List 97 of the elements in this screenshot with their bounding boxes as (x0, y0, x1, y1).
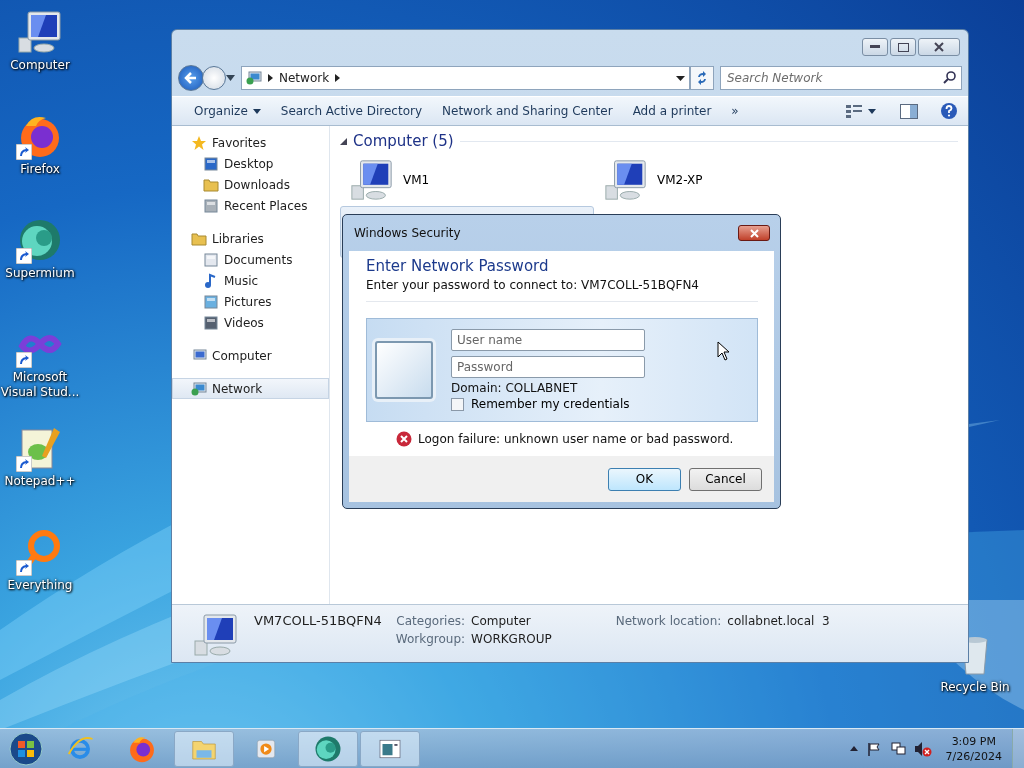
detail-value: collabnet.local 3 (727, 614, 830, 628)
nav-item[interactable]: Computer (172, 345, 329, 366)
collapse-triangle-icon[interactable] (340, 137, 347, 145)
refresh-button[interactable] (690, 66, 714, 90)
muted-speaker-icon[interactable] (913, 740, 932, 757)
desktop-icon-label[interactable]: Computer (10, 58, 70, 73)
nav-item[interactable]: Libraries (172, 228, 329, 249)
recent-icon (203, 197, 219, 214)
maximize-icon (897, 42, 909, 52)
checkbox-label[interactable]: Remember my credentials (471, 397, 630, 411)
nav-item[interactable]: Network (172, 378, 329, 399)
network-icon (246, 70, 262, 86)
minimize-button[interactable] (862, 38, 888, 56)
desktop-icon-label[interactable]: Microsoft Visual Stud... (0, 370, 80, 400)
dialog-button[interactable]: OK (608, 467, 681, 491)
pictures-icon (203, 293, 219, 310)
help-icon[interactable] (940, 102, 958, 120)
search-icon[interactable] (943, 71, 956, 84)
detail-value: Computer (471, 614, 532, 628)
dropdown-caret-icon[interactable] (676, 75, 685, 81)
videos-icon (203, 314, 219, 331)
minimize-icon (870, 45, 880, 49)
detail-value: WORKGROUP (471, 632, 552, 646)
dropdown-caret-icon[interactable] (226, 75, 235, 81)
star-icon (191, 134, 207, 151)
desktop-icon-label[interactable]: Recycle Bin (940, 680, 1010, 695)
computer-tile[interactable]: VM2-XP (594, 154, 848, 206)
mouse-cursor-icon (717, 341, 731, 361)
dropdown-caret-icon (252, 108, 261, 114)
close-icon (749, 228, 759, 238)
group-header[interactable]: Computer (5) (353, 132, 454, 150)
toolbar-button[interactable]: Network and Sharing Center (434, 100, 621, 122)
folder-icon (191, 230, 207, 247)
chevron-right-icon[interactable] (335, 74, 341, 82)
refresh-icon (695, 71, 709, 85)
close-icon (934, 42, 944, 52)
shortcut-arrow-icon (16, 248, 32, 264)
back-button[interactable] (178, 65, 204, 91)
dialog-title: Windows Security (354, 226, 461, 240)
taskbar-button[interactable] (298, 730, 358, 767)
network-icon (191, 380, 207, 397)
shortcut-arrow-icon (16, 144, 32, 160)
computer-icon (349, 157, 395, 203)
close-button[interactable] (738, 225, 770, 241)
detail-label: Categories: (395, 614, 466, 628)
flag-icon[interactable] (865, 740, 882, 757)
toolbar-button[interactable]: Search Active Directory (272, 100, 431, 122)
computer-tile[interactable]: VM1 (340, 154, 594, 206)
error-icon (396, 431, 412, 447)
detail-label: Network location: (615, 614, 722, 628)
dialog-heading: Enter Network Password (366, 257, 550, 275)
computer-icon (16, 8, 64, 56)
password-field[interactable]: Password (451, 356, 645, 378)
breadcrumb-item[interactable]: Network (279, 71, 330, 85)
user-tile (375, 341, 433, 399)
back-arrow-icon (184, 71, 198, 85)
toolbar-button[interactable]: Organize (186, 100, 269, 122)
forward-button[interactable] (202, 66, 226, 90)
address-bar[interactable]: Network (241, 66, 690, 90)
folder-icon (203, 176, 219, 193)
network-icon[interactable] (889, 740, 906, 757)
nav-item[interactable]: Recent Places (172, 195, 329, 216)
computer-name: VM7COLL-51BQFN4 (254, 612, 382, 628)
maximize-button[interactable] (890, 38, 916, 56)
toolbar-button[interactable]: » (723, 100, 747, 122)
chevron-right-icon[interactable] (268, 74, 273, 82)
close-button[interactable] (918, 38, 960, 56)
shortcut-arrow-icon (16, 456, 32, 472)
taskbar-button[interactable] (360, 730, 420, 767)
nav-item[interactable]: Desktop (172, 153, 329, 174)
desktop-icon-label[interactable]: Supermium (5, 266, 75, 281)
show-hidden-icons-icon[interactable] (849, 746, 858, 751)
view-options-icon[interactable] (846, 104, 876, 118)
preview-pane-icon[interactable] (900, 103, 918, 119)
dialog-instruction: Enter your password to connect to: VM7COLL-51BQFN4 (366, 278, 700, 292)
nav-item[interactable]: Documents (172, 249, 329, 270)
search-field[interactable]: Search Network (720, 66, 962, 90)
dialog-button[interactable]: Cancel (689, 467, 762, 491)
checkbox[interactable] (451, 397, 464, 411)
computer-icon (192, 611, 240, 659)
domain-text: Domain: COLLABNET (451, 381, 579, 395)
nav-item[interactable]: Music (172, 270, 329, 291)
desktop-icon (203, 155, 219, 172)
error-message: Logon failure: unknown user name or bad password. (418, 432, 734, 446)
nav-item[interactable]: Videos (172, 312, 329, 333)
clock[interactable]: 3:09 PM 7/26/2024 (945, 733, 1002, 764)
toolbar-button[interactable]: Add a printer (624, 100, 720, 122)
desktop-icon-label[interactable]: Firefox (20, 162, 60, 177)
nav-item[interactable]: Favorites (172, 132, 329, 153)
shortcut-arrow-icon (16, 352, 32, 368)
detail-label: Workgroup: (395, 632, 466, 646)
nav-item[interactable]: Pictures (172, 291, 329, 312)
shortcut-arrow-icon (16, 560, 32, 576)
username-field[interactable]: User name (451, 329, 645, 351)
nav-item[interactable]: Downloads (172, 174, 329, 195)
doc-icon (203, 251, 219, 268)
computer-icon (603, 157, 649, 203)
